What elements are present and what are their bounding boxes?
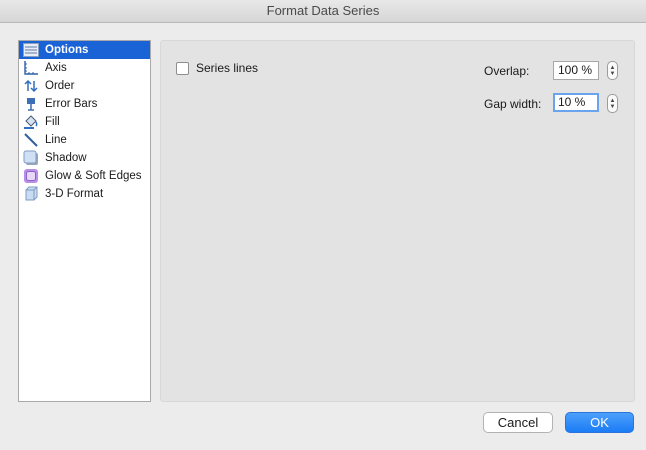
sidebar-item-fill[interactable]: Fill [19, 113, 150, 131]
ok-button[interactable]: OK [565, 412, 634, 433]
sidebar-item-axis[interactable]: Axis [19, 59, 150, 77]
sidebar-item-label: 3-D Format [45, 188, 104, 200]
3d-format-icon [23, 186, 39, 202]
sidebar-item-label: Glow & Soft Edges [45, 170, 142, 182]
series-lines-checkbox[interactable] [176, 61, 189, 75]
axis-icon [23, 60, 39, 76]
gap-width-input[interactable]: 10 % [553, 93, 599, 112]
overlap-label: Overlap: [484, 64, 530, 78]
sidebar-item-label: Options [45, 44, 89, 56]
error-bars-icon [23, 96, 39, 112]
line-icon [23, 132, 39, 148]
gap-width-label: Gap width: [484, 97, 542, 111]
gap-width-stepper[interactable]: ▲ ▼ [607, 94, 618, 113]
sidebar-item-error-bars[interactable]: Error Bars [19, 95, 150, 113]
sidebar-item-label: Fill [45, 116, 60, 128]
sidebar-item-label: Order [45, 80, 75, 92]
sidebar-item-order[interactable]: Order [19, 77, 150, 95]
overlap-input[interactable]: 100 % [553, 61, 599, 80]
chevron-down-icon[interactable]: ▼ [610, 104, 616, 110]
sidebar-item-options[interactable]: Options [19, 41, 150, 59]
sidebar: Options Axis Order Error Bars Fill Line [18, 40, 151, 402]
series-lines-option[interactable]: Series lines [176, 61, 258, 75]
order-icon [23, 78, 39, 94]
sidebar-item-label: Axis [45, 62, 67, 74]
cancel-button[interactable]: Cancel [483, 412, 553, 433]
sidebar-item-label: Error Bars [45, 98, 98, 110]
sidebar-item-line[interactable]: Line [19, 131, 150, 149]
sidebar-item-label: Line [45, 134, 67, 146]
overlap-stepper[interactable]: ▲ ▼ [607, 61, 618, 80]
fill-bucket-icon [23, 114, 39, 130]
sidebar-item-label: Shadow [45, 152, 87, 164]
sidebar-item-shadow[interactable]: Shadow [19, 149, 150, 167]
series-lines-label: Series lines [196, 61, 259, 75]
chevron-down-icon[interactable]: ▼ [610, 71, 616, 77]
window-title: Format Data Series [0, 0, 646, 23]
shadow-icon [23, 150, 39, 166]
glow-icon [23, 168, 39, 184]
sidebar-item-3d-format[interactable]: 3-D Format [19, 185, 150, 203]
options-icon [23, 42, 39, 58]
sidebar-item-glow[interactable]: Glow & Soft Edges [19, 167, 150, 185]
